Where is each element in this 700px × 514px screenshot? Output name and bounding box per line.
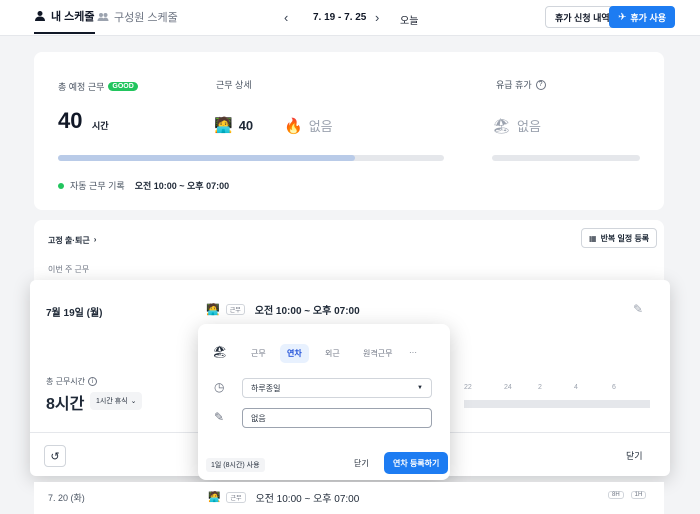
duration-select[interactable]: 하루종일 ▼ — [242, 378, 432, 398]
paid-leave-label: 유급 휴가 — [496, 80, 532, 90]
chevron-right-icon: › — [93, 235, 97, 244]
auto-record-row: 자동 근무 기록 오전 10:00 ~ 오후 07:00 — [58, 179, 229, 192]
duration-value: 하루종일 — [251, 383, 281, 393]
submit-leave-button[interactable]: 연차 등록하기 — [384, 452, 449, 474]
this-week-label: 이번 주 근무 — [48, 265, 90, 274]
total-work-label: 총 근무시간 i — [46, 376, 98, 387]
info-icon: i — [88, 377, 98, 386]
timeline-label: 2 — [538, 384, 542, 391]
next-week-icon[interactable]: › — [375, 10, 379, 25]
timeline-label: 24 — [504, 384, 512, 391]
day-time: 오전 10:00 ~ 오후 07:00 — [254, 306, 360, 317]
beach-icon: 🏖 — [212, 345, 228, 359]
edit-pencil-icon[interactable]: ✎ — [633, 302, 643, 316]
total-work-value: 8시간 — [46, 396, 85, 413]
people-icon — [97, 13, 109, 21]
detail-label: 근무 상세 — [216, 80, 252, 90]
today-button[interactable]: 오늘 — [400, 12, 418, 27]
timeline-bar — [464, 400, 650, 408]
submit-label: 연차 등록하기 — [393, 458, 440, 468]
history-icon: ↺ — [50, 450, 60, 463]
caret-down-icon: ▼ — [417, 385, 423, 391]
break-dropdown[interactable]: 1시간 휴식 ⌄ — [90, 392, 143, 410]
paid-leave-progress-bar — [492, 155, 640, 161]
status-dot-icon — [58, 182, 64, 189]
airplane-icon: ✈ — [618, 11, 627, 23]
scheduled-label: 총 예정 근무 — [58, 82, 105, 92]
tab-my-schedule[interactable]: 내 스케줄 — [34, 0, 95, 34]
total-hours: 40 — [58, 108, 83, 133]
beach-icon: 🏖 — [492, 117, 512, 135]
timeline-label: 6 — [612, 384, 616, 391]
hours-badge: 8H — [608, 491, 624, 499]
work-tag: 근무 — [225, 304, 245, 315]
work-stat: 🧑‍💻 40 — [214, 116, 253, 134]
paid-leave-stat: 🏖 없음 — [492, 116, 541, 135]
memo-input[interactable]: 없음 — [242, 408, 432, 428]
worker-icon: 🧑‍💻 — [206, 304, 220, 316]
ptab-annual-leave[interactable]: 연차 — [280, 344, 309, 363]
scheduled-work-header: 총 예정 근무 GOOD — [58, 80, 138, 93]
memo-value: 없음 — [251, 413, 266, 423]
total-label: 총 근무시간 — [46, 377, 86, 386]
work-value: 40 — [238, 117, 254, 133]
use-leave-button[interactable]: ✈ 휴가 사용 — [609, 6, 676, 28]
break-badge: 1H — [630, 491, 647, 499]
timeline-label: 22 — [464, 384, 472, 391]
next-badges: 8H 1H — [608, 491, 650, 499]
fixed-schedule-link[interactable]: 고정 출·퇴근 › — [48, 235, 96, 246]
repeat-schedule-button[interactable]: ▦ 반복 일정 등록 — [581, 228, 658, 248]
tab-member-schedule[interactable]: 구성원 스케줄 — [97, 0, 178, 34]
ptab-remote[interactable]: 원격근무 — [356, 344, 399, 363]
calendar-icon: ▦ — [589, 233, 597, 243]
good-badge: GOOD — [108, 82, 138, 91]
worker-icon: 🧑‍💻 — [214, 117, 233, 134]
ptab-more[interactable]: ··· — [402, 344, 424, 361]
ptab-field-work[interactable]: 외근 — [318, 344, 347, 363]
tab-label: 구성원 스케줄 — [114, 12, 178, 24]
leave-quota-badge: 1일 (8시간) 사용 — [206, 458, 265, 472]
leave-popover: 🏖 근무 연차 외근 원격근무 ··· ◷ 하루종일 ▼ ✎ 없음 1일 (8시… — [198, 324, 450, 480]
overtime-value: 없음 — [308, 119, 333, 134]
timeline-label: 4 — [574, 384, 578, 391]
hours-progress-fill — [58, 155, 356, 161]
work-tag: 근무 — [226, 492, 246, 503]
top-bar: 내 스케줄 구성원 스케줄 ‹ 7. 19 - 7. 25 › 오늘 휴가 신청… — [0, 0, 700, 36]
use-leave-label: 휴가 사용 — [630, 12, 667, 23]
popover-close-button[interactable]: 닫기 — [354, 458, 369, 469]
auto-record-time: 오전 10:00 ~ 오후 07:00 — [134, 181, 230, 191]
day-work-entry[interactable]: 🧑‍💻 근무 오전 10:00 ~ 오후 07:00 — [206, 302, 360, 317]
tab-label: 내 스케줄 — [51, 11, 95, 23]
close-day-button[interactable]: 닫기 — [626, 449, 643, 462]
next-date: 7. 20 (화) — [48, 493, 85, 503]
summary-card: 총 예정 근무 GOOD 40 시간 근무 상세 🧑‍💻 40 🔥 없음 유급 … — [34, 52, 664, 210]
paid-leave-header: 유급 휴가 ? — [496, 78, 546, 91]
help-circle-icon[interactable]: ? — [535, 79, 546, 90]
pencil-icon: ✎ — [214, 410, 225, 424]
hours-progress-bar — [58, 155, 444, 161]
fire-icon: 🔥 — [284, 117, 303, 135]
next-day-row[interactable]: 7. 20 (화) 🧑‍💻 근무 오전 10:00 ~ 오후 07:00 8H … — [34, 482, 664, 514]
chevron-down-icon: ⌄ — [130, 398, 137, 405]
repeat-label: 반복 일정 등록 — [600, 233, 650, 243]
overtime-stat: 🔥 없음 — [284, 116, 333, 135]
fixed-title: 고정 출·퇴근 — [48, 236, 90, 245]
break-label: 1시간 휴식 — [96, 398, 128, 405]
ptab-work[interactable]: 근무 — [244, 344, 273, 363]
total-hours-unit: 시간 — [92, 121, 109, 131]
week-range: 7. 19 - 7. 25 — [313, 12, 367, 23]
clock-icon: ◷ — [214, 380, 225, 394]
history-button[interactable]: ↺ — [44, 445, 66, 467]
paid-leave-value: 없음 — [517, 119, 541, 134]
day-date: 7월 19일 (월) — [46, 308, 103, 319]
next-work-entry: 🧑‍💻 근무 오전 10:00 ~ 오후 07:00 — [208, 490, 359, 505]
person-icon — [35, 11, 45, 21]
prev-week-icon[interactable]: ‹ — [284, 10, 288, 25]
worker-icon: 🧑‍💻 — [208, 492, 221, 503]
next-time: 오전 10:00 ~ 오후 07:00 — [255, 494, 360, 505]
auto-record-label: 자동 근무 기록 — [70, 181, 125, 191]
leave-history-label: 휴가 신청 내역 — [555, 12, 610, 23]
